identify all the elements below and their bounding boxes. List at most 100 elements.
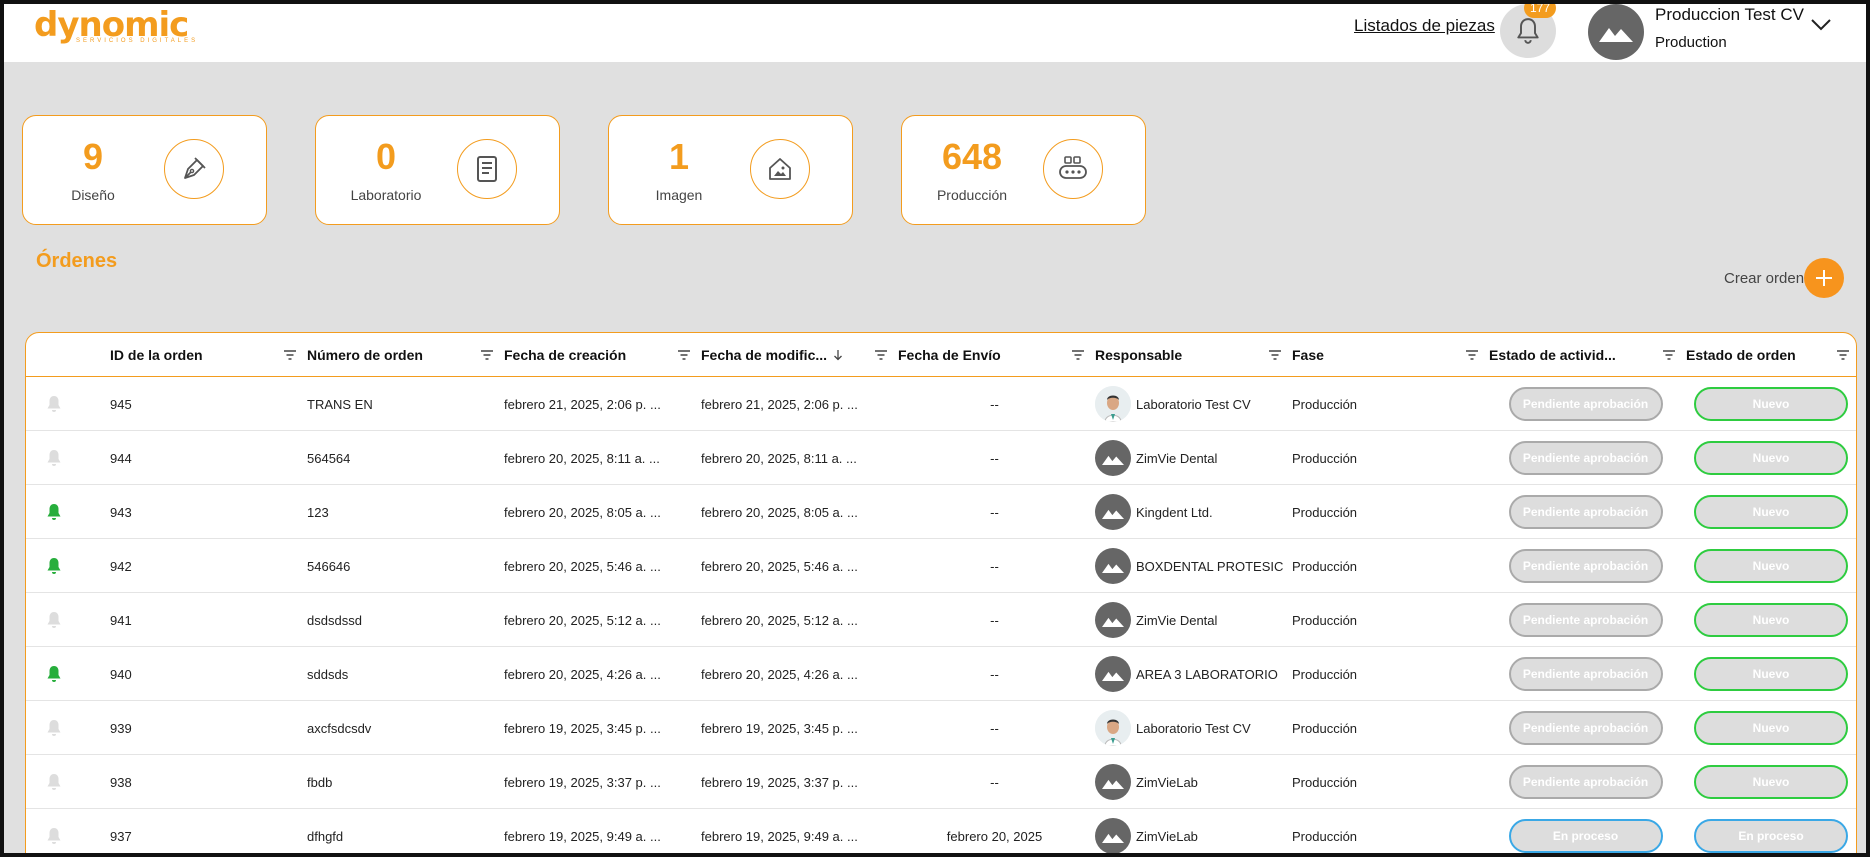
modified-date: febrero 20, 2025, 5:46 a. ... — [701, 558, 858, 574]
activity-status-badge-cell: Pendiente aprobación — [1487, 377, 1684, 431]
header-col-activity-status[interactable]: Estado de activid... — [1489, 333, 1684, 377]
logo[interactable]: dynomic SERVICIOS DIGITALES — [34, 8, 198, 44]
stat-card-production[interactable]: 648 Producción — [901, 115, 1146, 225]
filter-icon[interactable] — [1071, 349, 1085, 361]
order-status-badge[interactable]: Nuevo — [1694, 603, 1848, 637]
order-status-badge[interactable]: En proceso — [1694, 819, 1848, 853]
user-name: Produccion Test CV — [1655, 5, 1804, 24]
bell-icon[interactable] — [46, 773, 62, 791]
created-date: febrero 20, 2025, 8:11 a. ... — [504, 450, 660, 466]
filter-icon[interactable] — [283, 349, 297, 361]
bell-icon[interactable] — [46, 827, 62, 845]
order-status-badge-cell: Nuevo — [1684, 755, 1856, 809]
create-order-button[interactable] — [1804, 258, 1844, 298]
filter-icon[interactable] — [874, 349, 888, 361]
bell-icon[interactable] — [46, 557, 62, 575]
row-alert-cell — [46, 377, 86, 431]
order-status-badge[interactable]: Nuevo — [1694, 441, 1848, 475]
activity-status-badge-cell: Pendiente aprobación — [1487, 539, 1684, 593]
stat-card-design[interactable]: 9 Diseño — [22, 115, 267, 225]
shipped-date: -- — [990, 612, 999, 628]
order-id: 937 — [110, 828, 132, 844]
order-status-badge-cell: En proceso — [1684, 809, 1856, 853]
mountain-image-icon — [1599, 28, 1633, 42]
header-col-modified-date[interactable]: Fecha de modific... — [701, 333, 896, 377]
table-row[interactable]: 945 TRANS EN febrero 21, 2025, 2:06 p. ...… — [26, 377, 1856, 431]
filter-icon[interactable] — [1836, 349, 1850, 361]
table-row[interactable]: 938 fbdb febrero 19, 2025, 3:37 p. ... febr… — [26, 755, 1856, 809]
header-col-order-number[interactable]: Número de orden — [307, 333, 502, 377]
pieces-list-link[interactable]: Listados de piezas — [1354, 16, 1495, 36]
responsible: Kingdent Ltd. — [1095, 485, 1288, 539]
created-date: febrero 20, 2025, 5:46 a. ... — [504, 558, 661, 574]
bell-icon[interactable] — [46, 449, 62, 467]
order-status-badge[interactable]: Nuevo — [1694, 387, 1848, 421]
activity-status-badge[interactable]: Pendiente aprobación — [1508, 657, 1663, 691]
bell-icon — [1517, 18, 1539, 44]
activity-status-badge[interactable]: Pendiente aprobación — [1508, 765, 1663, 799]
header-col-shipped-date[interactable]: Fecha de Envío — [898, 333, 1093, 377]
order-number: fbdb — [307, 774, 333, 790]
mountain-image-icon — [1095, 440, 1131, 476]
order-status-badge[interactable]: Nuevo — [1694, 711, 1848, 745]
responsible-name: Kingdent Ltd. — [1136, 504, 1213, 520]
create-order-label[interactable]: Crear orden — [1724, 270, 1804, 287]
header-col-responsible[interactable]: Responsable — [1095, 333, 1290, 377]
modified-date: febrero 19, 2025, 3:37 p. ... — [701, 774, 858, 790]
shipped-date: -- — [990, 450, 999, 466]
bell-icon[interactable] — [46, 395, 62, 413]
stat-card-image[interactable]: 1 Imagen — [608, 115, 853, 225]
bell-icon[interactable] — [46, 665, 62, 683]
table-row[interactable]: 944 564564 febrero 20, 2025, 8:11 a. ... fe… — [26, 431, 1856, 485]
table-row[interactable]: 941 dsdsdssd febrero 20, 2025, 5:12 a. ...… — [26, 593, 1856, 647]
responsible-name: ZimVie Dental — [1136, 612, 1218, 628]
responsible-name: ZimVie Dental — [1136, 450, 1218, 466]
filter-icon[interactable] — [480, 349, 494, 361]
order-number: dsdsdssd — [307, 612, 362, 628]
responsible: ZimVieLab — [1095, 809, 1288, 853]
activity-status-badge[interactable]: Pendiente aprobación — [1508, 441, 1663, 475]
chevron-down-icon[interactable] — [1810, 18, 1832, 37]
row-alert-cell — [46, 485, 86, 539]
order-status-badge[interactable]: Nuevo — [1694, 765, 1848, 799]
sort-descending-icon[interactable] — [833, 349, 843, 361]
table-row[interactable]: 943 123 febrero 20, 2025, 8:05 a. ... febre… — [26, 485, 1856, 539]
stat-card-laboratory[interactable]: 0 Laboratorio — [315, 115, 560, 225]
activity-status-badge[interactable]: Pendiente aprobación — [1508, 549, 1663, 583]
header-col-phase[interactable]: Fase — [1292, 333, 1487, 377]
pen-nib-icon — [164, 139, 224, 199]
filter-icon[interactable] — [677, 349, 691, 361]
user-avatar[interactable] — [1588, 4, 1644, 60]
production-machine-icon — [1043, 139, 1103, 199]
header-col-created-date[interactable]: Fecha de creación — [504, 333, 699, 377]
header-col-order-id[interactable]: ID de la orden — [110, 333, 305, 377]
filter-icon[interactable] — [1662, 349, 1676, 361]
shipped-date: -- — [990, 774, 999, 790]
filter-icon[interactable] — [1268, 349, 1282, 361]
responsible-name: BOXDENTAL PROTESIC — [1136, 558, 1284, 574]
mountain-image-icon — [1095, 548, 1131, 584]
activity-status-badge[interactable]: En proceso — [1508, 819, 1663, 853]
table-row[interactable]: 942 546646 febrero 20, 2025, 5:46 a. ... fe… — [26, 539, 1856, 593]
order-status-badge[interactable]: Nuevo — [1694, 549, 1848, 583]
activity-status-badge[interactable]: Pendiente aprobación — [1508, 387, 1663, 421]
order-status-badge[interactable]: Nuevo — [1694, 657, 1848, 691]
bell-icon[interactable] — [46, 719, 62, 737]
table-row[interactable]: 937 dfhgfd febrero 19, 2025, 9:49 a. ... fe… — [26, 809, 1856, 853]
activity-status-badge[interactable]: Pendiente aprobación — [1508, 603, 1663, 637]
activity-status-badge[interactable]: Pendiente aprobación — [1508, 711, 1663, 745]
order-status-badge[interactable]: Nuevo — [1694, 495, 1848, 529]
activity-status-badge[interactable]: Pendiente aprobación — [1508, 495, 1663, 529]
order-id: 941 — [110, 612, 132, 628]
header-col-order-status[interactable]: Estado de orden — [1686, 333, 1856, 377]
stat-card-value: 9 — [82, 136, 104, 177]
table-row[interactable]: 940 sddsds febrero 20, 2025, 4:26 a. ... fe… — [26, 647, 1856, 701]
filter-icon[interactable] — [1465, 349, 1479, 361]
row-alert-cell — [46, 593, 86, 647]
bell-icon[interactable] — [46, 611, 62, 629]
phase: Producción — [1292, 720, 1358, 736]
order-id: 943 — [110, 504, 132, 520]
table-row[interactable]: 939 axcfsdcsdv febrero 19, 2025, 3:45 p. .… — [26, 701, 1856, 755]
app-frame: dynomic SERVICIOS DIGITALES Listados de … — [0, 0, 1870, 857]
bell-icon[interactable] — [46, 503, 62, 521]
